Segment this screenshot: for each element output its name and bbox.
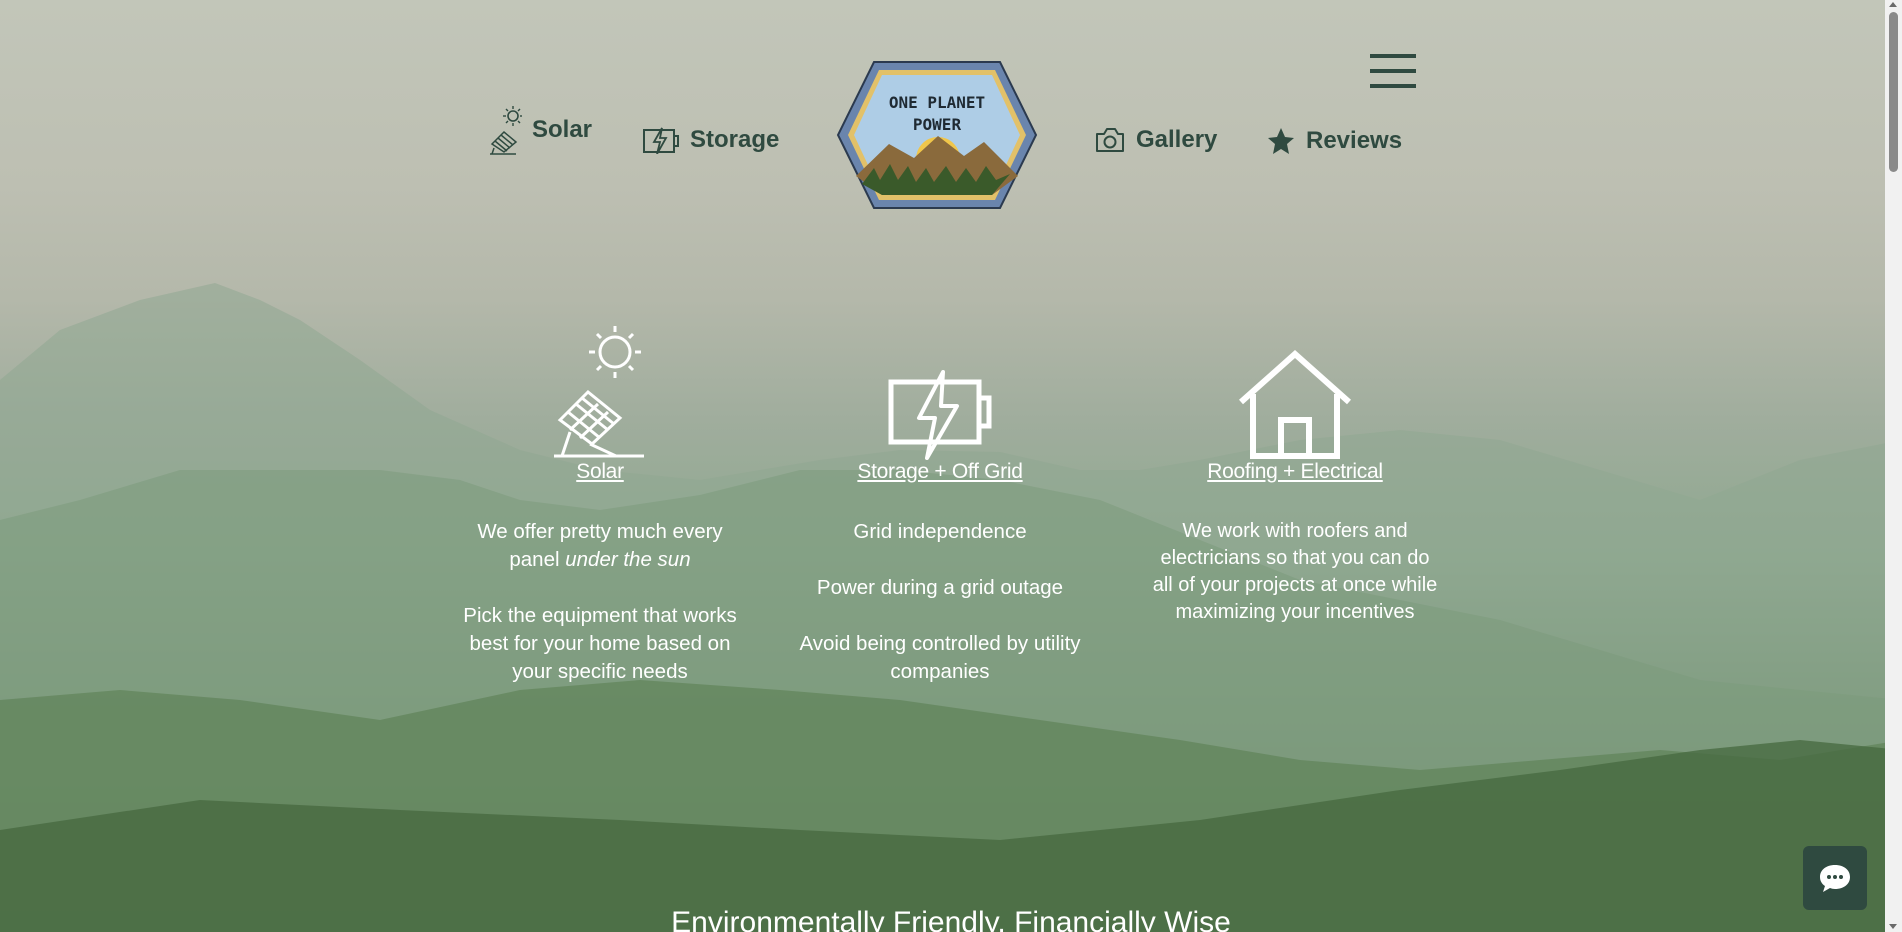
feature-storage-title[interactable]: Storage + Off Grid xyxy=(790,460,1090,484)
feature-storage-line3: Avoid being controlled by utility compan… xyxy=(799,632,1081,683)
nav-solar[interactable]: Solar xyxy=(486,104,592,156)
feature-solar-line2: Pick the equipment that works best for y… xyxy=(463,604,737,683)
solar-panel-icon xyxy=(486,104,522,156)
hamburger-line xyxy=(1370,84,1416,88)
feature-storage-line2: Power during a grid outage xyxy=(816,576,1064,599)
chat-button[interactable] xyxy=(1803,846,1867,910)
battery-bolt-icon xyxy=(642,126,680,154)
feature-roofing-text: We work with roofers and electricians so… xyxy=(1150,518,1440,626)
feature-roofing-title[interactable]: Roofing + Electrical xyxy=(1150,460,1440,484)
nav-reviews[interactable]: Reviews xyxy=(1266,126,1402,156)
nav-storage[interactable]: Storage xyxy=(642,126,779,154)
house-icon xyxy=(1239,350,1351,459)
nav-gallery-label: Gallery xyxy=(1136,126,1218,153)
feature-solar-text: We offer pretty much every panel under t… xyxy=(460,518,740,686)
feature-storage-text: Grid independence Power during a grid ou… xyxy=(790,518,1090,686)
hamburger-line xyxy=(1370,69,1416,73)
nav-storage-label: Storage xyxy=(690,126,780,153)
feature-solar: Solar We offer pretty much every panel u… xyxy=(460,320,740,714)
camera-icon xyxy=(1094,126,1126,154)
hamburger-line xyxy=(1370,54,1416,58)
nav-gallery[interactable]: Gallery xyxy=(1094,126,1217,154)
feature-solar-title[interactable]: Solar xyxy=(460,460,740,484)
scroll-down-arrow-icon[interactable] xyxy=(1889,924,1897,929)
page: Solar Storage ONE PLANET POWER Gallery R… xyxy=(0,0,1902,932)
feature-storage-line1: Grid independence xyxy=(853,520,1027,543)
scrollbar-thumb[interactable] xyxy=(1889,12,1898,172)
one-planet-power-logo[interactable]: ONE PLANET POWER xyxy=(834,56,1040,214)
chat-bubble-icon xyxy=(1820,865,1850,892)
feature-solar-line1-italic: under the sun xyxy=(565,548,691,571)
nav-reviews-label: Reviews xyxy=(1306,127,1403,154)
scroll-up-arrow-icon[interactable] xyxy=(1889,2,1897,7)
feature-solar-line1: We offer pretty much every panel under t… xyxy=(460,518,740,574)
tagline-heading: Environmentally Friendly, Financially Wi… xyxy=(671,906,1231,932)
feature-storage: Storage + Off Grid Grid independence Pow… xyxy=(790,370,1090,714)
battery-bolt-icon xyxy=(888,370,992,460)
star-icon xyxy=(1266,126,1296,156)
hamburger-menu-button[interactable] xyxy=(1370,54,1416,90)
solar-panel-icon xyxy=(554,326,644,458)
feature-roofing: Roofing + Electrical We work with roofer… xyxy=(1150,350,1440,654)
feature-roofing-line1: We work with roofers and electricians so… xyxy=(1152,520,1438,623)
logo-text-line1: ONE PLANET xyxy=(889,93,985,112)
logo-text-line2: POWER xyxy=(913,115,962,134)
page-scrollbar[interactable] xyxy=(1885,0,1902,932)
nav-solar-label: Solar xyxy=(532,116,593,143)
